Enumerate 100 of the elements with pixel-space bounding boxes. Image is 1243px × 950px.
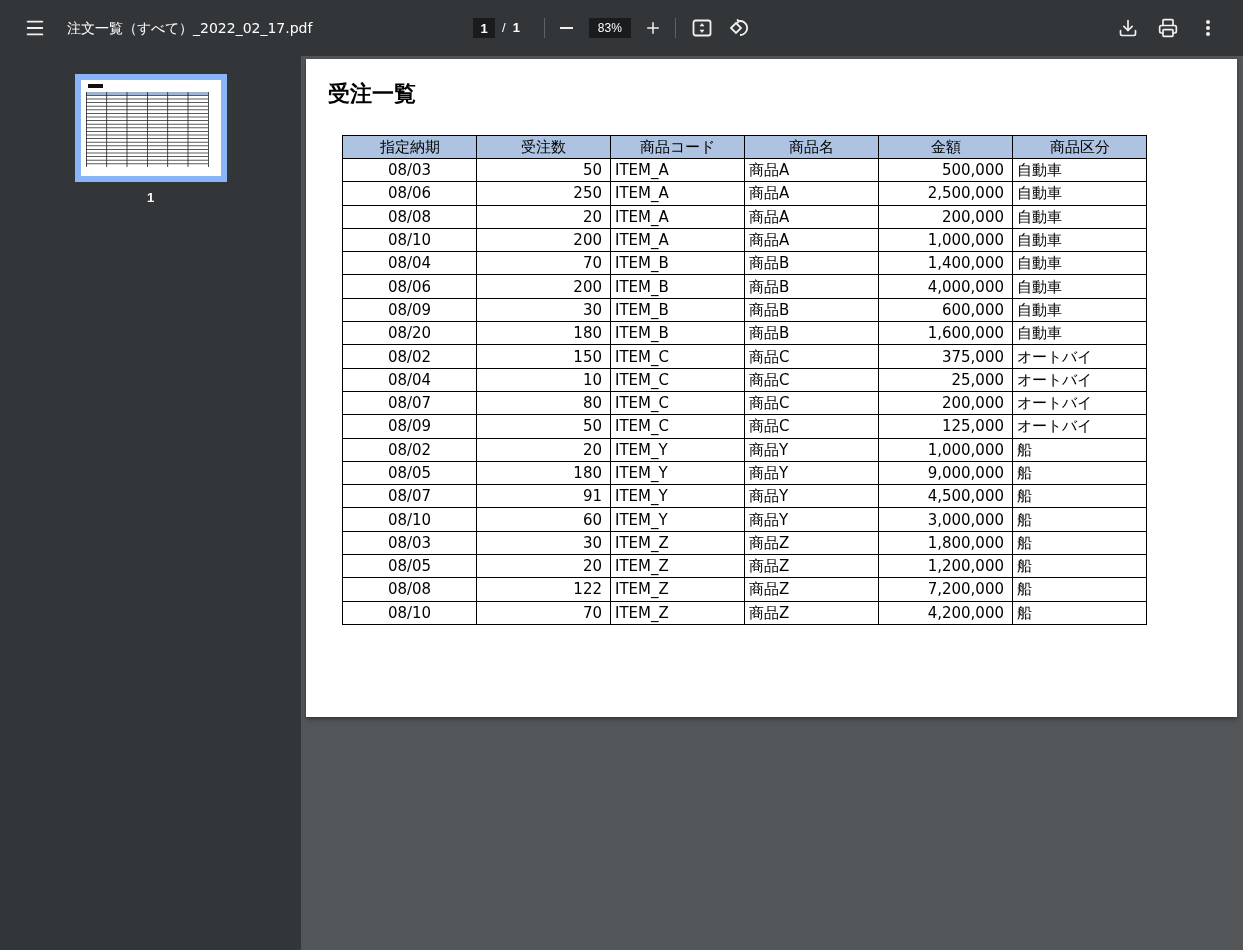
- table-cell: 600,000: [878, 298, 1013, 322]
- column-header: 受注数: [476, 135, 611, 159]
- table-cell: 08/09: [342, 414, 477, 439]
- table-cell: 08/03: [342, 531, 477, 555]
- column-header: 商品コード: [610, 135, 745, 159]
- table-cell: ITEM_Z: [610, 601, 745, 625]
- table-cell: 08/08: [342, 577, 477, 602]
- document-title: 受注一覧: [328, 80, 417, 108]
- table-cell: オートバイ: [1012, 368, 1147, 392]
- table-cell: 商品B: [744, 321, 879, 345]
- table-cell: 4,500,000: [878, 484, 1013, 508]
- table-cell: 船: [1012, 461, 1147, 485]
- table-cell: 商品Y: [744, 507, 879, 532]
- table-cell: ITEM_C: [610, 414, 745, 439]
- file-name: 注文一覧（すべて）_2022_02_17.pdf: [67, 18, 314, 38]
- table-cell: 500,000: [878, 158, 1013, 182]
- table-cell: 自動車: [1012, 181, 1147, 206]
- table-cell: 08/08: [342, 205, 477, 229]
- table-cell: 08/04: [342, 368, 477, 392]
- table-cell: 08/06: [342, 275, 477, 299]
- table-cell: 船: [1012, 531, 1147, 555]
- table-cell: 122: [476, 577, 611, 602]
- table-cell: 80: [476, 391, 611, 415]
- table-cell: 08/02: [342, 438, 477, 462]
- table-cell: 200: [476, 275, 611, 299]
- table-cell: 商品Z: [744, 554, 879, 578]
- table-cell: 10: [476, 368, 611, 392]
- table-cell: 08/03: [342, 158, 477, 182]
- print-icon: [1158, 18, 1178, 38]
- table-cell: 200: [476, 228, 611, 252]
- table-cell: 商品Z: [744, 577, 879, 602]
- table-cell: 200,000: [878, 205, 1013, 229]
- table-cell: ITEM_B: [610, 275, 745, 299]
- table-cell: 自動車: [1012, 158, 1147, 182]
- table-cell: 7,200,000: [878, 577, 1013, 602]
- page-separator: /: [502, 19, 506, 38]
- minus-icon: [560, 27, 574, 29]
- page-total: 1: [512, 19, 520, 38]
- table-cell: 60: [476, 507, 611, 532]
- table-cell: 商品C: [744, 368, 879, 392]
- table-cell: 商品A: [744, 205, 879, 229]
- table-cell: 30: [476, 531, 611, 555]
- table-cell: 1,000,000: [878, 228, 1013, 252]
- table-cell: 自動車: [1012, 228, 1147, 252]
- table-cell: 250: [476, 181, 611, 206]
- table-cell: ITEM_Y: [610, 484, 745, 508]
- table-cell: ITEM_Y: [610, 461, 745, 485]
- table-cell: 船: [1012, 601, 1147, 625]
- table-cell: ITEM_Z: [610, 554, 745, 578]
- table-cell: 商品B: [744, 275, 879, 299]
- table-cell: 船: [1012, 438, 1147, 462]
- table-cell: 商品Z: [744, 531, 879, 555]
- table-cell: 商品C: [744, 414, 879, 439]
- table-cell: 25,000: [878, 368, 1013, 392]
- page-thumbnail[interactable]: [74, 74, 227, 182]
- table-cell: 船: [1012, 484, 1147, 508]
- table-cell: 08/10: [342, 228, 477, 252]
- table-cell: ITEM_A: [610, 205, 745, 229]
- table-cell: 08/05: [342, 554, 477, 578]
- table-cell: 自動車: [1012, 251, 1147, 275]
- table-cell: ITEM_Y: [610, 438, 745, 462]
- table-cell: 08/07: [342, 484, 477, 508]
- table-cell: 180: [476, 461, 611, 485]
- table-cell: 商品Z: [744, 601, 879, 625]
- table-cell: 1,200,000: [878, 554, 1013, 578]
- download-icon: [1118, 18, 1138, 38]
- column-header: 商品区分: [1012, 135, 1147, 159]
- table-cell: 1,000,000: [878, 438, 1013, 462]
- table-cell: 2,500,000: [878, 181, 1013, 206]
- table-cell: 4,200,000: [878, 601, 1013, 625]
- zoom-field[interactable]: 83%: [588, 18, 631, 38]
- table-cell: 70: [476, 251, 611, 275]
- table-cell: 08/10: [342, 507, 477, 532]
- table-cell: 08/07: [342, 391, 477, 415]
- table-cell: 商品Y: [744, 438, 879, 462]
- table-cell: 20: [476, 205, 611, 229]
- table-cell: 商品C: [744, 344, 879, 369]
- table-cell: 4,000,000: [878, 275, 1013, 299]
- table-cell: ITEM_A: [610, 158, 745, 182]
- fit-page-icon: [691, 19, 712, 37]
- table-cell: ITEM_C: [610, 344, 745, 369]
- table-cell: 船: [1012, 577, 1147, 602]
- page-number-field[interactable]: 1: [473, 18, 495, 38]
- table-cell: 船: [1012, 554, 1147, 578]
- thumbnail-page-number: 1: [146, 189, 155, 207]
- table-cell: 08/05: [342, 461, 477, 485]
- table-cell: 08/10: [342, 601, 477, 625]
- table-cell: 商品A: [744, 158, 879, 182]
- table-cell: ITEM_B: [610, 321, 745, 345]
- table-cell: ITEM_C: [610, 368, 745, 392]
- table-cell: 1,400,000: [878, 251, 1013, 275]
- table-cell: 商品B: [744, 251, 879, 275]
- table-cell: 375,000: [878, 344, 1013, 369]
- table-cell: ITEM_C: [610, 391, 745, 415]
- table-cell: 商品B: [744, 298, 879, 322]
- table-cell: ITEM_Y: [610, 507, 745, 532]
- table-cell: 商品A: [744, 228, 879, 252]
- rotate-icon: [727, 18, 748, 38]
- table-cell: 自動車: [1012, 275, 1147, 299]
- table-cell: 70: [476, 601, 611, 625]
